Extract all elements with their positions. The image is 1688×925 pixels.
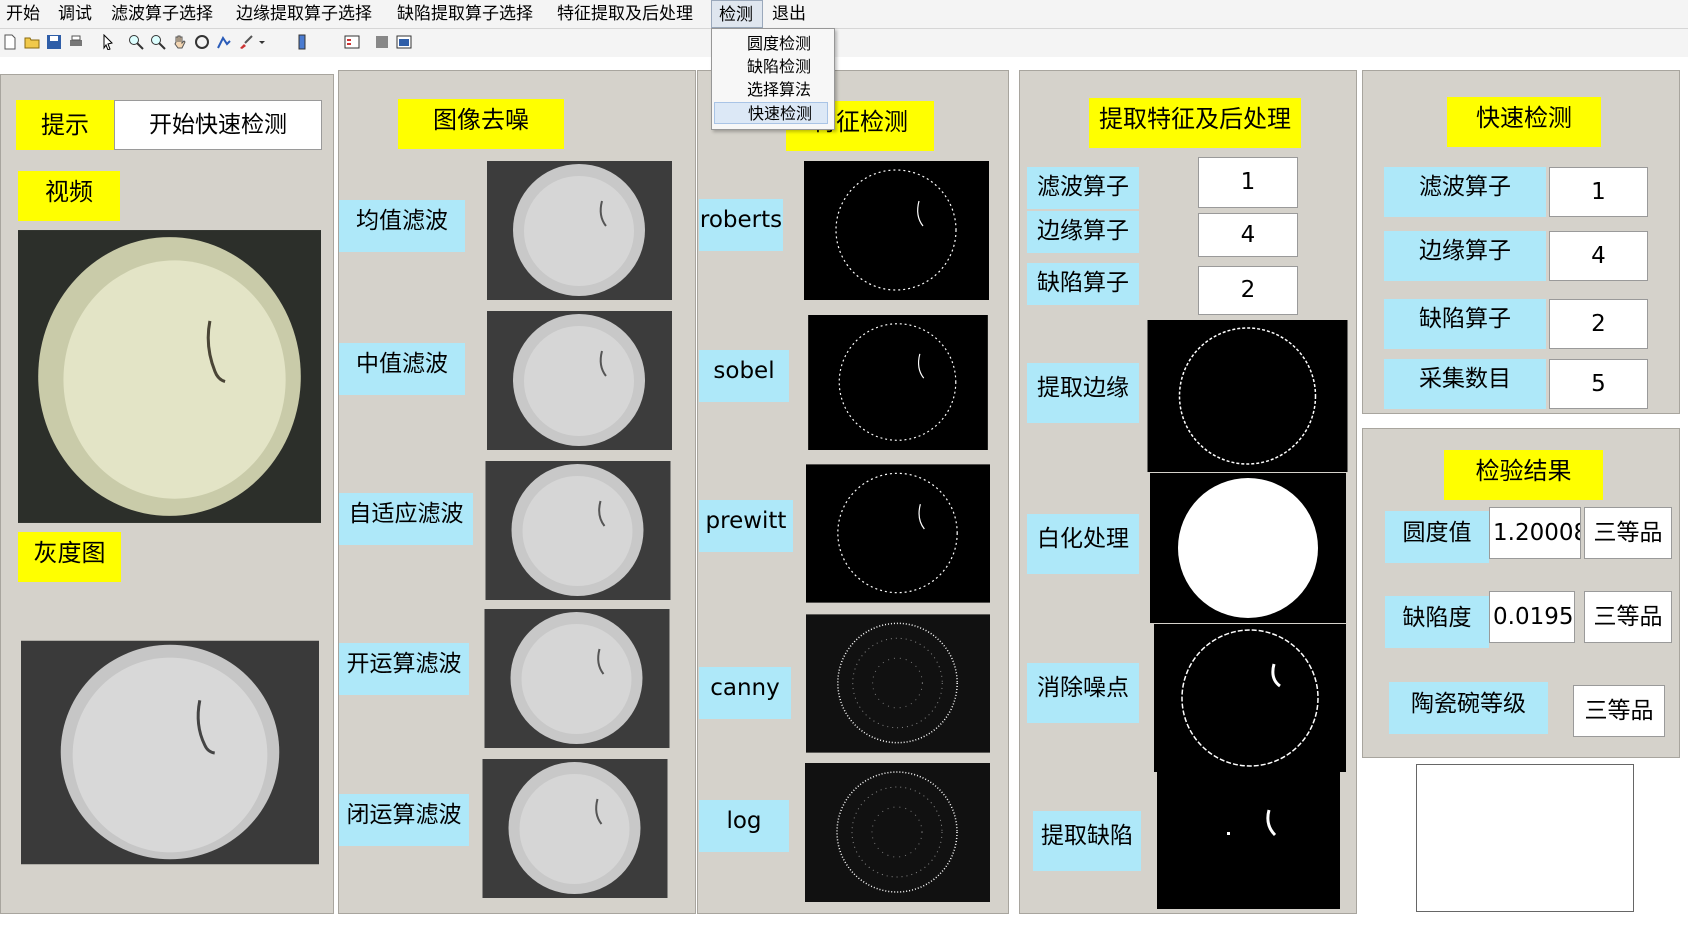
colorbar-icon[interactable] (294, 34, 310, 50)
filter-label-opening: 开运算滤波 (339, 643, 469, 695)
quick-title: 快速检测 (1447, 97, 1601, 147)
quick-count-value: 5 (1549, 359, 1648, 409)
step-label-denoise: 消除噪点 (1027, 663, 1139, 723)
step-label-defect: 提取缺陷 (1033, 811, 1141, 871)
new-file-icon[interactable] (2, 34, 18, 50)
quick-count-label: 采集数目 (1384, 359, 1546, 409)
data-cursor-icon[interactable] (216, 34, 232, 50)
filter-image-closing (482, 759, 668, 898)
print-icon[interactable] (68, 34, 84, 50)
filter-image-median (487, 311, 672, 450)
gray-frame (21, 640, 319, 865)
filter-label-median: 中值滤波 (339, 343, 465, 395)
menu-filter-select[interactable]: 滤波算子选择 (111, 0, 213, 28)
pan-hand-icon[interactable] (172, 34, 188, 50)
menu-feature-process[interactable]: 特征提取及后处理 (557, 0, 693, 28)
operator-label-roberts: roberts (699, 199, 783, 251)
menu-defect-select[interactable]: 缺陷提取算子选择 (397, 0, 533, 28)
edge-image-canny (806, 614, 990, 753)
edge-image-log (805, 763, 990, 902)
video-label: 视频 (18, 171, 120, 221)
filter-label-closing: 闭运算滤波 (339, 794, 469, 846)
edge-image-prewitt (806, 464, 990, 603)
step-image-denoise (1154, 624, 1346, 772)
operator-label-canny: canny (699, 667, 791, 719)
panel-video: 提示 开始快速检测 视频 灰度图 (0, 74, 334, 914)
hint-label: 提示 (16, 100, 114, 150)
quick-edge-value: 4 (1549, 231, 1648, 281)
defect-grade: 三等品 (1584, 591, 1672, 643)
operator-label-prewitt: prewitt (699, 500, 793, 552)
quick-filter-value: 1 (1549, 167, 1648, 217)
edge-image-roberts (803, 161, 990, 300)
step-image-edge (1147, 320, 1348, 472)
rotate-icon[interactable] (194, 34, 210, 50)
video-frame (18, 230, 321, 523)
menu-exit[interactable]: 退出 (772, 0, 806, 28)
roundness-grade: 三等品 (1584, 507, 1672, 559)
panel-postprocess: 提取特征及后处理 滤波算子 1 边缘算子 4 缺陷算子 2 提取边缘 白化处理 … (1019, 70, 1357, 914)
brush-icon[interactable] (238, 34, 254, 50)
zoom-out-icon[interactable] (150, 34, 166, 50)
result-preview-box (1416, 764, 1634, 912)
menu-edge-select[interactable]: 边缘提取算子选择 (236, 0, 372, 28)
post-edge-label: 边缘算子 (1027, 211, 1139, 253)
filter-label-mean: 均值滤波 (339, 200, 465, 252)
pointer-icon[interactable] (100, 34, 116, 50)
panel-edge-detect: 特征检测 roberts sobel prewitt canny log (697, 70, 1009, 914)
defect-label: 缺陷度 (1385, 596, 1489, 648)
quick-filter-label: 滤波算子 (1384, 167, 1546, 217)
menu-item-roundness[interactable]: 圆度检测 (747, 33, 811, 55)
hint-status: 开始快速检测 (114, 100, 322, 150)
roundness-value: 1.20008 (1489, 507, 1581, 559)
post-filter-label: 滤波算子 (1027, 167, 1139, 209)
menu-bar: 开始 调试 滤波算子选择 边缘提取算子选择 缺陷提取算子选择 特征提取及后处理 … (0, 0, 1688, 29)
quick-defect-label: 缺陷算子 (1384, 299, 1546, 349)
edge-image-sobel (808, 315, 988, 450)
postprocess-title: 提取特征及后处理 (1089, 98, 1301, 148)
filter-image-opening (482, 609, 672, 748)
panel-result: 检验结果 圆度值 1.20008 三等品 缺陷度 0.01959 三等品 陶瓷碗… (1362, 428, 1680, 758)
gray-label: 灰度图 (18, 532, 121, 582)
quick-edge-label: 边缘算子 (1384, 231, 1546, 281)
filter-label-adaptive: 自适应滤波 (339, 493, 473, 545)
post-filter-value: 1 (1198, 157, 1298, 208)
toolbar (0, 29, 1688, 57)
plot-browser-icon[interactable] (396, 34, 412, 50)
menu-item-quick-detect[interactable]: 快速检测 (714, 102, 828, 124)
quick-defect-value: 2 (1549, 299, 1648, 349)
open-folder-icon[interactable] (24, 34, 40, 50)
result-title: 检验结果 (1444, 450, 1603, 500)
post-edge-value: 4 (1198, 213, 1298, 257)
panel-denoise: 图像去噪 均值滤波 中值滤波 自适应滤波 开运算滤波 闭运算滤波 (338, 70, 696, 914)
zoom-in-icon[interactable] (128, 34, 144, 50)
step-label-edge: 提取边缘 (1027, 363, 1139, 423)
filter-image-mean (487, 161, 672, 300)
menu-detect[interactable]: 检测 (711, 0, 763, 28)
bowl-level-label: 陶瓷碗等级 (1389, 682, 1548, 734)
bowl-level-value: 三等品 (1573, 685, 1665, 737)
menu-debug[interactable]: 调试 (58, 0, 92, 28)
legend-icon[interactable] (344, 34, 360, 50)
chevron-down-icon[interactable] (254, 34, 265, 50)
step-image-whiten (1150, 473, 1346, 623)
operator-label-sobel: sobel (699, 350, 789, 402)
filter-image-adaptive (484, 461, 672, 600)
menu-item-select-algo[interactable]: 选择算法 (747, 79, 811, 101)
operator-label-log: log (699, 800, 789, 852)
step-label-whiten: 白化处理 (1027, 514, 1139, 574)
menu-item-defect[interactable]: 缺陷检测 (747, 56, 811, 78)
menu-start[interactable]: 开始 (6, 0, 40, 28)
post-defect-label: 缺陷算子 (1027, 263, 1139, 305)
save-icon[interactable] (46, 34, 62, 50)
grid-icon[interactable] (374, 34, 390, 50)
step-image-defect (1157, 772, 1340, 909)
detect-dropdown: 圆度检测 缺陷检测 选择算法 快速检测 (711, 28, 835, 130)
roundness-label: 圆度值 (1385, 511, 1489, 563)
denoise-title: 图像去噪 (398, 99, 564, 149)
post-defect-value: 2 (1198, 266, 1298, 315)
panel-quick-detect: 快速检测 滤波算子 1 边缘算子 4 缺陷算子 2 采集数目 5 (1362, 70, 1680, 414)
defect-value: 0.01959 (1489, 591, 1575, 643)
